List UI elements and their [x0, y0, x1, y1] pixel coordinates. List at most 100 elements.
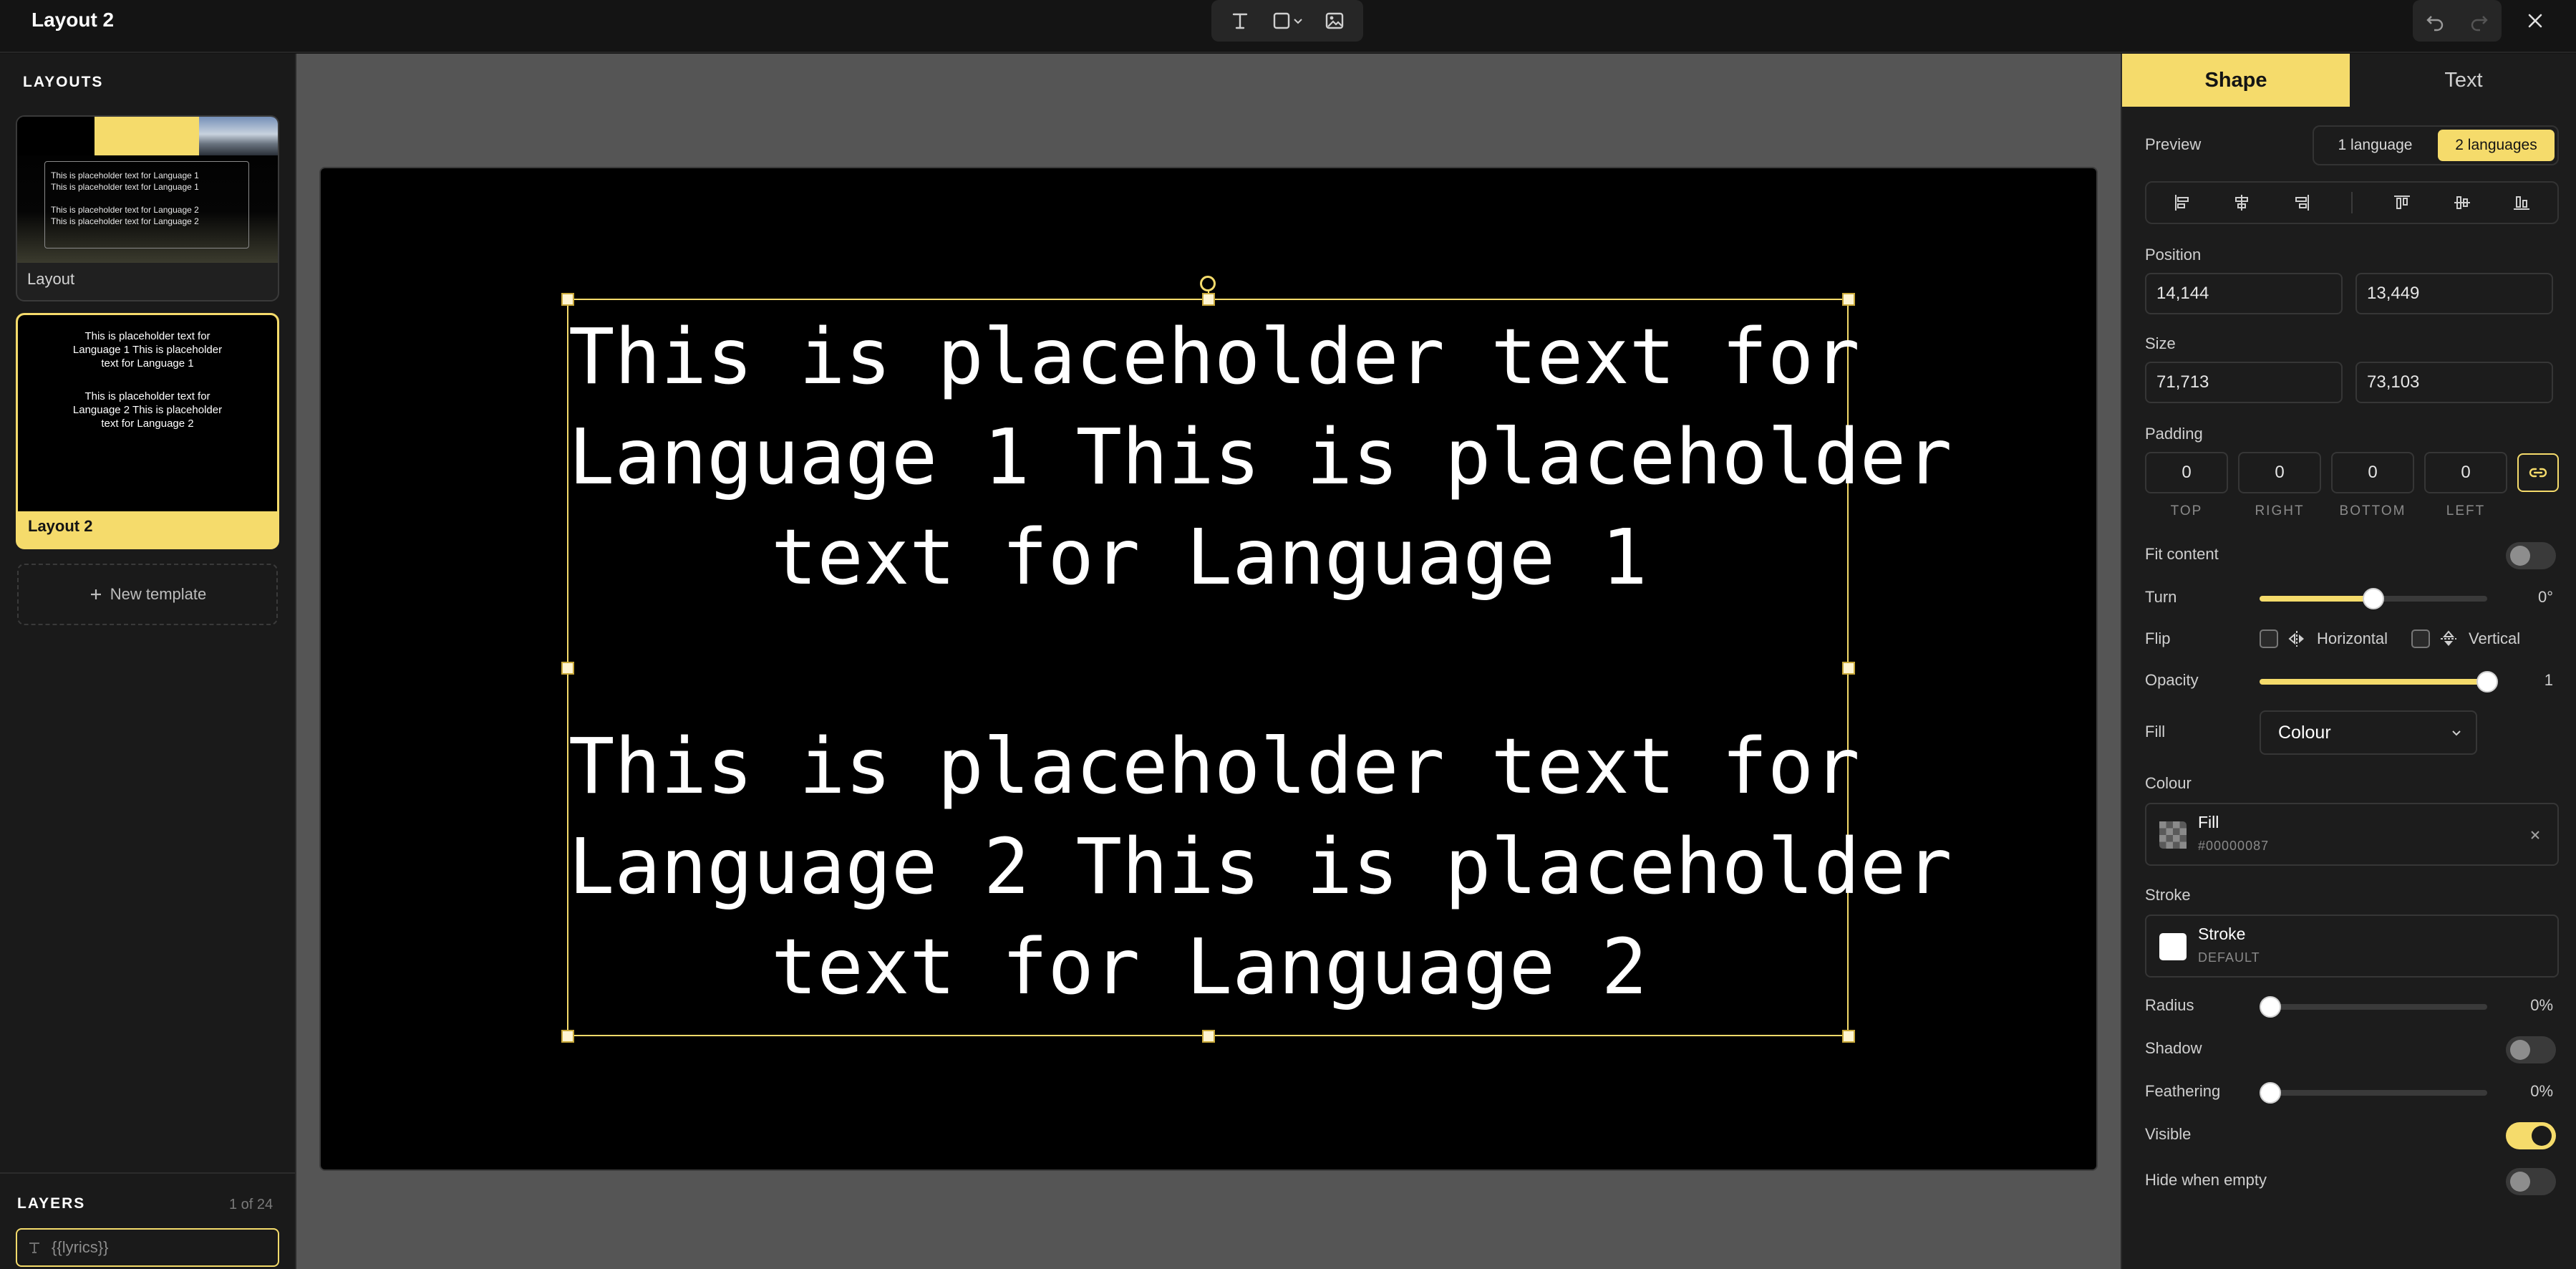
text-tool-button[interactable] [1223, 5, 1257, 37]
thumbnail-line: This is placeholder text for [84, 330, 210, 342]
position-y-field[interactable]: 13,449 [2355, 273, 2553, 314]
canvas-text-line: Language 2 This is placeholder [568, 823, 1952, 912]
flip-vertical-icon [2441, 630, 2456, 646]
link-padding-button[interactable] [2517, 453, 2559, 492]
size-height-field[interactable]: 73,103 [2355, 362, 2553, 403]
slide-stage[interactable]: This is placeholder text for Language 1 … [321, 168, 2096, 1169]
opacity-value: 1 [2544, 671, 2553, 689]
shape-tool-button[interactable] [1265, 5, 1309, 37]
fill-colour-card[interactable]: Fill #00000087 [2145, 803, 2559, 866]
position-label: Position [2145, 246, 2202, 264]
template-card-layout-2[interactable]: This is placeholder text for Language 1 … [16, 313, 279, 549]
preview-1-language-option[interactable]: 1 language [2317, 130, 2434, 161]
chevron-down-icon [1294, 19, 1302, 24]
radius-slider[interactable] [2260, 996, 2487, 1018]
stroke-subtitle: DEFAULT [2198, 950, 2260, 965]
flip-horizontal-checkbox[interactable] [2260, 629, 2278, 648]
align-left-icon[interactable] [2172, 193, 2192, 213]
padding-top-field[interactable]: 0 [2145, 452, 2228, 493]
tab-shape[interactable]: Shape [2122, 54, 2350, 107]
image-tool-button[interactable] [1317, 5, 1352, 37]
chevron-down-icon [2452, 730, 2461, 736]
visible-label: Visible [2145, 1125, 2192, 1143]
opacity-slider[interactable] [2260, 671, 2498, 693]
align-center-vertical-icon[interactable] [2452, 193, 2472, 213]
align-bottom-icon[interactable] [2512, 193, 2532, 213]
template-card-layout[interactable]: This is placeholder text for Language 1 … [16, 115, 279, 301]
position-x-field[interactable]: 14,144 [2145, 273, 2343, 314]
shadow-toggle[interactable] [2506, 1036, 2556, 1063]
top-bar: Layout 2 [0, 0, 2576, 53]
text-layer-icon [29, 1243, 39, 1253]
size-width-field[interactable]: 71,713 [2145, 362, 2343, 403]
close-button[interactable] [2517, 3, 2553, 39]
undo-button[interactable] [2418, 5, 2452, 37]
align-right-icon[interactable] [2292, 193, 2312, 213]
redo-button[interactable] [2462, 5, 2497, 37]
hide-when-empty-toggle[interactable] [2506, 1168, 2556, 1195]
resize-handle-top[interactable] [1202, 293, 1215, 306]
fit-content-label: Fit content [2145, 545, 2219, 563]
clear-colour-icon[interactable] [2529, 829, 2542, 841]
layers-heading: LAYERS [17, 1195, 86, 1212]
stroke-colour-card[interactable]: Stroke DEFAULT [2145, 915, 2559, 978]
feathering-slider[interactable] [2260, 1082, 2487, 1104]
flip-horizontal-icon [2288, 631, 2304, 647]
template-thumbnail: This is placeholder text for Language 1 … [17, 117, 278, 263]
close-icon [2528, 14, 2542, 28]
canvas-area: This is placeholder text for Language 1 … [296, 54, 2121, 1269]
history-controls [2413, 0, 2502, 42]
selected-text-box[interactable]: This is placeholder text for Language 1 … [561, 276, 1952, 1043]
align-center-horizontal-icon[interactable] [2232, 193, 2252, 213]
fill-type-value: Colour [2278, 722, 2331, 743]
rotate-handle[interactable] [1200, 276, 1216, 291]
new-template-label: New template [110, 585, 207, 603]
layers-count: 1 of 24 [229, 1197, 273, 1212]
padding-left-field[interactable]: 0 [2424, 452, 2507, 493]
canvas-text-line: text for Language 1 [771, 513, 1647, 602]
divider [0, 1172, 295, 1174]
padding-bottom-field[interactable]: 0 [2331, 452, 2414, 493]
flip-horizontal-label: Horizontal [2317, 629, 2388, 647]
resize-handle-bottom-left[interactable] [561, 1030, 574, 1043]
resize-handle-bottom[interactable] [1202, 1030, 1215, 1043]
canvas-text-line: This is placeholder text for [568, 723, 1860, 811]
resize-handle-right[interactable] [1842, 662, 1855, 675]
padding-right-field[interactable]: 0 [2238, 452, 2321, 493]
shadow-label: Shadow [2145, 1039, 2202, 1057]
thumbnail-line: This is placeholder text for Language 1 [51, 182, 199, 192]
layouts-sidebar: LAYOUTS This is placeholder text for Lan… [0, 54, 296, 1269]
thumbnail-line: This is placeholder text for Language 1 [51, 170, 199, 180]
thumbnail-line: text for Language 1 [101, 357, 194, 370]
tab-text[interactable]: Text [2350, 54, 2576, 107]
padding-right-caption: RIGHT [2255, 503, 2305, 518]
image-tool-icon [1326, 12, 1344, 29]
layer-name: {{lyrics}} [52, 1238, 109, 1256]
thumbnail-line: Language 1 This is placeholder [72, 344, 223, 356]
flip-vertical-checkbox[interactable] [2411, 629, 2430, 648]
flip-vertical-label: Vertical [2469, 629, 2521, 647]
opacity-label: Opacity [2145, 671, 2199, 689]
text-tool-icon [1232, 13, 1247, 29]
transparent-swatch-icon [2159, 821, 2187, 849]
fit-content-toggle[interactable] [2506, 542, 2556, 569]
stroke-swatch [2159, 933, 2187, 960]
align-top-icon[interactable] [2392, 193, 2412, 213]
turn-slider[interactable] [2260, 588, 2487, 609]
layer-item-lyrics[interactable]: {{lyrics}} [16, 1228, 279, 1267]
feathering-label: Feathering [2145, 1082, 2221, 1100]
resize-handle-top-left[interactable] [561, 293, 574, 306]
padding-top-caption: TOP [2170, 503, 2203, 518]
thumbnail-line: text for Language 2 [101, 418, 194, 430]
resize-handle-top-right[interactable] [1842, 293, 1855, 306]
new-template-button[interactable]: New template [17, 564, 278, 625]
visible-toggle[interactable] [2506, 1122, 2556, 1149]
thumbnail-line: This is placeholder text for Language 2 [51, 205, 199, 215]
fill-type-select[interactable]: Colour [2260, 710, 2477, 755]
plus-icon [90, 589, 101, 599]
thumbnail-line: This is placeholder text for [84, 390, 210, 402]
resize-handle-left[interactable] [561, 662, 574, 675]
resize-handle-bottom-right[interactable] [1842, 1030, 1855, 1043]
preview-2-languages-option[interactable]: 2 languages [2438, 130, 2555, 161]
preview-label: Preview [2145, 135, 2202, 153]
